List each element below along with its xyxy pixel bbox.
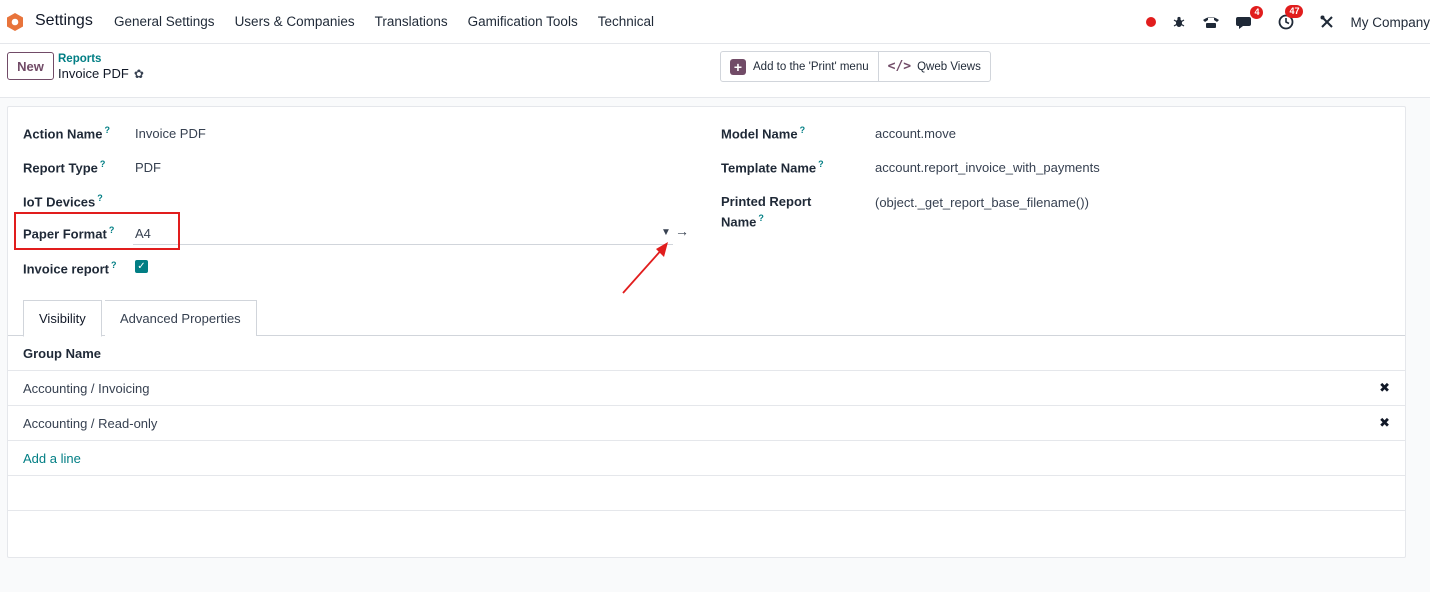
delete-row-icon[interactable]: ✖ — [1379, 380, 1390, 396]
menu-technical[interactable]: Technical — [598, 14, 654, 29]
recording-dot-icon[interactable] — [1146, 17, 1157, 27]
tab-visibility[interactable]: Visibility — [23, 300, 102, 337]
notebook-tabs: Visibility Advanced Properties — [8, 300, 1405, 337]
tab-advanced-properties[interactable]: Advanced Properties — [105, 300, 257, 336]
record-title: Invoice PDF — [58, 66, 129, 81]
add-to-print-menu-label: Add to the 'Print' menu — [753, 60, 869, 73]
help-icon[interactable]: ? — [97, 193, 103, 203]
menu-gamification-tools[interactable]: Gamification Tools — [468, 14, 578, 29]
tools-icon[interactable] — [1320, 15, 1334, 29]
printed-report-name-label-line1: Printed Report — [721, 194, 812, 209]
printed-report-name-label-line2: Name? — [721, 213, 764, 230]
model-name-label: Model Name? — [721, 125, 806, 142]
report-type-label: Report Type? — [23, 159, 106, 176]
internal-link-arrow-icon[interactable]: → — [675, 223, 689, 239]
control-panel: New Reports Invoice PDF ✿ + Add to the '… — [0, 44, 1430, 98]
breadcrumb-reports-link[interactable]: Reports — [58, 53, 101, 65]
breadcrumb-current: Invoice PDF ✿ — [58, 66, 144, 81]
add-line-row: Add a line — [8, 441, 1405, 476]
qweb-views-label: Qweb Views — [917, 60, 981, 73]
add-to-print-menu-button[interactable]: + Add to the 'Print' menu — [721, 52, 878, 81]
form-action-buttons: + Add to the 'Print' menu </> Qweb Views — [720, 51, 991, 82]
highlight-box — [14, 212, 180, 250]
delete-row-icon[interactable]: ✖ — [1379, 415, 1390, 431]
action-name-label: Action Name? — [23, 125, 110, 142]
help-icon[interactable]: ? — [111, 260, 117, 270]
iot-devices-label: IoT Devices? — [23, 193, 103, 210]
add-a-line-link[interactable]: Add a line — [23, 451, 81, 466]
gear-icon[interactable]: ✿ — [134, 67, 144, 81]
plus-icon: + — [730, 58, 746, 75]
invoice-report-label: Invoice report? — [23, 260, 117, 277]
annotation-arrow-icon — [622, 242, 668, 294]
debug-bug-icon[interactable] — [1172, 15, 1186, 29]
help-icon[interactable]: ? — [104, 125, 110, 135]
table-row[interactable]: Accounting / Invoicing ✖ — [8, 371, 1405, 406]
table-row[interactable]: Accounting / Read-only ✖ — [8, 406, 1405, 441]
action-name-field[interactable]: Invoice PDF — [135, 126, 206, 141]
app-name[interactable]: Settings — [35, 12, 93, 30]
template-name-field[interactable]: account.report_invoice_with_payments — [875, 160, 1100, 175]
menu-general-settings[interactable]: General Settings — [114, 14, 215, 29]
help-icon[interactable]: ? — [758, 213, 764, 223]
new-button[interactable]: New — [7, 52, 54, 80]
company-switcher[interactable]: My Company — [1350, 15, 1430, 30]
phone-icon[interactable] — [1202, 15, 1220, 29]
help-icon[interactable]: ? — [100, 159, 106, 169]
printed-report-name-field[interactable]: (object._get_report_base_filename()) — [875, 195, 1089, 210]
group-name-column-header[interactable]: Group Name — [23, 346, 101, 361]
app-logo-icon[interactable] — [6, 13, 24, 31]
model-name-field[interactable]: account.move — [875, 126, 956, 141]
menu-users-companies[interactable]: Users & Companies — [235, 14, 355, 29]
messages-icon[interactable]: 4 — [1236, 6, 1264, 29]
help-icon[interactable]: ? — [800, 125, 806, 135]
systray: 4 47 My Company — [1146, 0, 1430, 44]
menu-translations[interactable]: Translations — [375, 14, 448, 29]
help-icon[interactable]: ? — [818, 159, 824, 169]
qweb-views-button[interactable]: </> Qweb Views — [877, 52, 990, 81]
paper-format-underline — [133, 244, 673, 245]
form-sheet: Action Name? Invoice PDF Report Type? PD… — [7, 106, 1406, 558]
invoice-report-checkbox[interactable]: ✓ — [135, 260, 148, 273]
groups-table: Group Name Accounting / Invoicing ✖ Acco… — [8, 336, 1405, 511]
group-name-cell[interactable]: Accounting / Invoicing — [23, 381, 149, 396]
top-navbar: Settings General Settings Users & Compan… — [0, 0, 1430, 44]
main-menu: General Settings Users & Companies Trans… — [114, 14, 674, 29]
activities-clock-icon[interactable]: 47 — [1278, 5, 1304, 30]
group-name-cell[interactable]: Accounting / Read-only — [23, 416, 157, 431]
report-type-field[interactable]: PDF — [135, 160, 161, 175]
code-icon: </> — [887, 59, 912, 74]
table-header: Group Name — [8, 336, 1405, 371]
messages-badge: 4 — [1250, 6, 1264, 19]
empty-row — [8, 476, 1405, 511]
activities-badge: 47 — [1285, 5, 1304, 18]
template-name-label: Template Name? — [721, 159, 824, 176]
